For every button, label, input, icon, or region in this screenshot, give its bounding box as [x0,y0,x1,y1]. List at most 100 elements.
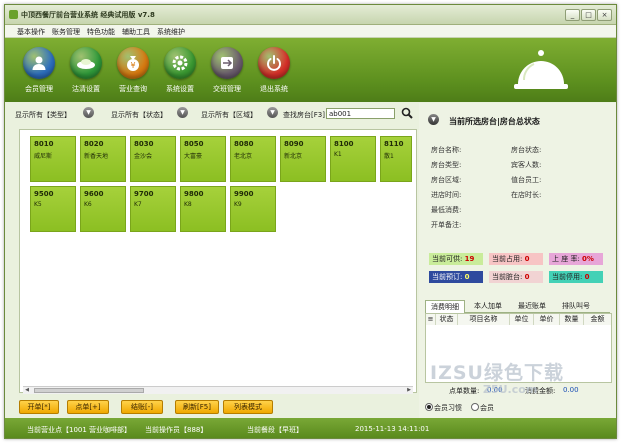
stat-label: 当前预订: [432,273,463,281]
column-header[interactable]: ≡ [426,314,436,325]
minimize-button[interactable]: _ [565,9,580,21]
member-habit-label: 会员习惯 [434,404,462,412]
status-filter-dropdown[interactable]: ▼ [177,107,188,118]
menu-tools[interactable]: 辅助工具 [122,27,150,37]
add-items-button[interactable]: 点单[+] [67,400,109,414]
stat-label: 当前停用: [552,273,583,281]
status-operator: 当前操作员【888】 [145,426,208,434]
room-tile[interactable]: 8030 金沙会 [130,136,176,182]
info-min-spend: 最低消费: [431,206,462,214]
status-filter-label: 显示所有【状态】 [111,111,167,119]
close-button[interactable]: × [597,9,612,21]
action-bar: 开单[*] 点单[+] 结账[-] 刷新[F5] 列表模式 [5,395,419,417]
type-filter-dropdown[interactable]: ▼ [83,107,94,118]
maximize-button[interactable]: □ [581,9,596,21]
room-name: 威尼斯 [34,153,53,160]
service-bell-logo [510,44,572,98]
tab-my-additions[interactable]: 本人加单 [469,300,507,312]
member-management-button[interactable]: 会员管理 [17,47,61,99]
room-tile[interactable]: 9900 K9 [230,186,276,232]
chevron-down-icon: ▼ [180,109,185,116]
shift-management-label: 交班管理 [213,85,241,93]
info-checkin-time: 进店时间: [431,191,462,199]
sold-out-settings-button[interactable]: 沽清设置 [64,47,108,99]
exit-system-label: 退出系统 [260,85,288,93]
column-header[interactable]: 金额 [584,314,611,325]
room-name: K7 [134,201,142,208]
info-room-name: 房台名称: [431,146,462,154]
room-name: K8 [184,201,192,208]
app-icon [9,10,18,19]
stat-label: 当前占用: [492,255,523,263]
room-name: K9 [234,201,242,208]
room-name: K5 [34,201,42,208]
room-tile[interactable]: 8110 散1 [380,136,412,182]
toolbar: 会员管理 沽清设置 ¥ 营业查询 系统设置 交班管理 退出系统 [5,38,616,102]
column-header[interactable]: 单价 [534,314,560,325]
room-tile[interactable]: 8100 K1 [330,136,376,182]
money-bag-icon: ¥ [117,47,149,79]
room-tile[interactable]: 9700 K7 [130,186,176,232]
room-number: 9900 [234,190,254,198]
column-header[interactable]: 状态 [436,314,458,325]
room-name: K6 [84,201,92,208]
stat-reserved: 当前预订: 0 [429,271,483,283]
list-mode-button[interactable]: 列表模式 [223,400,273,414]
tab-consumption-detail[interactable]: 消费明细 [425,300,465,313]
area-filter-dropdown[interactable]: ▼ [267,107,278,118]
stat-value: 0 [524,273,530,281]
scrollbar-thumb[interactable] [34,388,144,393]
checkout-button[interactable]: 结账[-] [121,400,163,414]
menu-accounts[interactable]: 账务管理 [52,27,80,37]
gear-icon [164,47,196,79]
member-habit-radio[interactable] [425,403,433,411]
room-tile[interactable]: 8010 威尼斯 [30,136,76,182]
search-input[interactable]: ab001 [326,108,395,119]
member-radio[interactable] [471,403,479,411]
room-number: 8110 [384,140,404,148]
room-tile[interactable]: 8080 老北京 [230,136,276,182]
scroll-left-icon[interactable]: ◀ [23,387,31,394]
column-header[interactable]: 数量 [560,314,584,325]
menu-basic-ops[interactable]: 基本操作 [17,27,45,37]
info-stay-duration: 在店时长: [511,191,542,199]
room-number: 8090 [284,140,304,148]
room-tile[interactable]: 9600 K6 [80,186,126,232]
menu-bar: 基本操作 账务管理 特色功能 辅助工具 系统维护 [5,25,616,38]
info-room-area: 房台区域: [431,176,462,184]
exit-system-button[interactable]: 退出系统 [252,47,296,99]
refresh-button[interactable]: 刷新[F5] [175,400,219,414]
room-number: 8010 [34,140,54,148]
room-tile[interactable]: 8020 新香天地 [80,136,126,182]
chevron-down-icon[interactable]: ▼ [428,114,439,125]
tab-queue-call[interactable]: 排队叫号 [557,300,595,312]
tab-recent-bills[interactable]: 最近账单 [513,300,551,312]
room-tile[interactable]: 8090 新北京 [280,136,326,182]
menu-maintenance[interactable]: 系统维护 [157,27,185,37]
room-tile[interactable]: 8050 大富豪 [180,136,226,182]
column-header[interactable]: 项目名称 [458,314,510,325]
open-order-button[interactable]: 开单[*] [19,400,59,414]
status-outlet: 当前营业点【1001 营业咖啡部】 [27,426,132,434]
horizontal-scrollbar[interactable]: ◀ ▶ [23,386,413,394]
stat-disabled: 当前停用: 0 [549,271,603,283]
room-name: 老北京 [234,153,253,160]
sold-out-settings-label: 沽清设置 [72,85,100,93]
room-name: 金沙会 [134,153,153,160]
room-number: 8050 [184,140,204,148]
info-guest-count: 宾客人数: [511,161,542,169]
stat-label: 上 座 率: [552,255,580,263]
status-shift: 当前餐段【早班】 [247,426,303,434]
room-tile[interactable]: 9800 K8 [180,186,226,232]
info-room-status: 房台状态: [511,146,542,154]
room-tile[interactable]: 9500 K5 [30,186,76,232]
search-icon[interactable] [401,107,413,119]
system-settings-button[interactable]: 系统设置 [158,47,202,99]
shift-management-button[interactable]: 交班管理 [205,47,249,99]
room-number: 8030 [134,140,154,148]
column-header[interactable]: 单位 [510,314,534,325]
menu-features[interactable]: 特色功能 [87,27,115,37]
business-query-button[interactable]: ¥ 营业查询 [111,47,155,99]
scroll-right-icon[interactable]: ▶ [405,387,413,394]
panel-title: 当前所选房台|房台总状态 [449,117,540,126]
